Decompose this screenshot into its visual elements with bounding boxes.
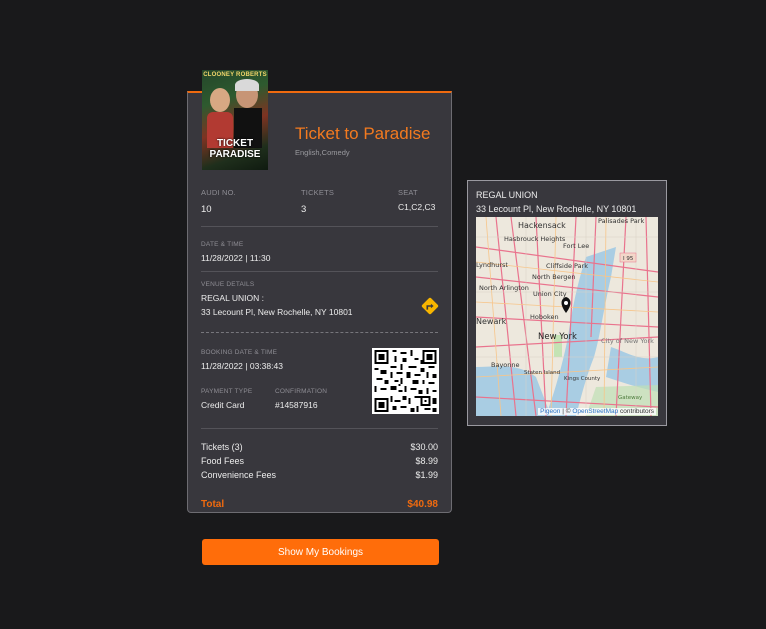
movie-poster: CLOONEY ROBERTS TICKET PARADISE	[202, 70, 268, 170]
poster-title: TICKET PARADISE	[202, 138, 268, 160]
map-label: Union City	[533, 290, 567, 298]
map-label: Fort Lee	[563, 242, 589, 250]
price-label: Convenience Fees	[201, 470, 277, 480]
openstreetmap-link[interactable]: OpenStreetMap	[572, 408, 618, 415]
confirmation-value: #14587916	[275, 400, 318, 410]
map-label: Kings County	[564, 376, 601, 382]
map-label: Cliffside Park	[546, 262, 588, 270]
booking-datetime-value: 11/28/2022 | 03:38:43	[201, 361, 283, 371]
movie-genre: English,Comedy	[295, 148, 350, 157]
map-label: Hoboken	[530, 313, 559, 321]
map-label: City of New York	[601, 337, 654, 345]
show-my-bookings-button[interactable]: Show My Bookings	[202, 539, 439, 565]
qr-code	[372, 348, 439, 414]
map-attribution: Pigeon | © OpenStreetMap contributors	[538, 408, 656, 415]
price-value: $30.00	[410, 442, 438, 452]
map-label: Newark	[476, 317, 507, 326]
venue-label: VENUE DETAILS	[201, 281, 255, 288]
confirmation-label: CONFIRMATION	[275, 388, 328, 395]
venue-map[interactable]: Palisades Park Hackensack Hasbrouck Heig…	[476, 217, 658, 416]
divider	[201, 226, 438, 227]
poster-cast: CLOONEY ROBERTS	[203, 72, 267, 78]
poster-hair	[235, 79, 259, 91]
highway-label: I 95	[623, 256, 634, 262]
map-label: North Bergen	[532, 273, 576, 281]
booking-datetime-label: BOOKING DATE & TIME	[201, 349, 278, 356]
datetime-label: DATE & TIME	[201, 241, 244, 248]
directions-icon[interactable]	[421, 297, 439, 315]
attribution-tail: contributors	[620, 408, 654, 415]
price-value: $1.99	[415, 470, 438, 480]
map-label: Lyndhurst	[476, 261, 508, 269]
venue-card-address: 33 Lecount Pl, New Rochelle, NY 10801	[476, 204, 637, 214]
map-label: Palisades Park	[598, 217, 644, 225]
attribution-sep: | ©	[562, 408, 571, 415]
map-label: Hasbrouck Heights	[504, 235, 566, 243]
price-value: $8.99	[415, 456, 438, 466]
audi-label: AUDI NO.	[201, 188, 236, 197]
map-label: Staten Island	[524, 370, 560, 376]
total-label: Total	[201, 499, 225, 510]
map-label: Hackensack	[518, 221, 566, 230]
venue-address: 33 Lecount Pl, New Rochelle, NY 10801	[201, 307, 353, 317]
seat-value: C1,C2,C3	[398, 202, 436, 212]
movie-title: Ticket to Paradise	[295, 124, 431, 143]
venue-card-name: REGAL UNION	[476, 190, 538, 200]
map-tiles[interactable]: Palisades Park Hackensack Hasbrouck Heig…	[476, 217, 658, 416]
pigeon-link[interactable]: Pigeon	[540, 408, 560, 415]
tickets-label: TICKETS	[301, 188, 335, 197]
divider	[201, 428, 438, 429]
seat-label: SEAT	[398, 188, 418, 197]
poster-title-line2: PARADISE	[209, 149, 261, 160]
payment-value: Credit Card	[201, 400, 245, 410]
price-label: Tickets (3)	[201, 442, 243, 452]
poster-face-left	[210, 88, 230, 112]
datetime-value: 11/28/2022 | 11:30	[201, 253, 271, 263]
price-label: Food Fees	[201, 456, 245, 466]
total-value: $40.98	[407, 499, 438, 510]
poster-title-line1: TICKET	[216, 138, 254, 149]
payment-label: PAYMENT TYPE	[201, 388, 253, 395]
venue-name: REGAL UNION :	[201, 293, 264, 303]
map-label: New York	[538, 332, 577, 342]
divider	[201, 271, 438, 272]
map-label: North Arlington	[479, 284, 529, 292]
audi-value: 10	[201, 204, 212, 215]
map-label: Bayonne	[491, 361, 520, 369]
tickets-value: 3	[301, 204, 307, 215]
dashed-divider	[201, 332, 438, 333]
map-label: Gateway	[618, 395, 643, 401]
